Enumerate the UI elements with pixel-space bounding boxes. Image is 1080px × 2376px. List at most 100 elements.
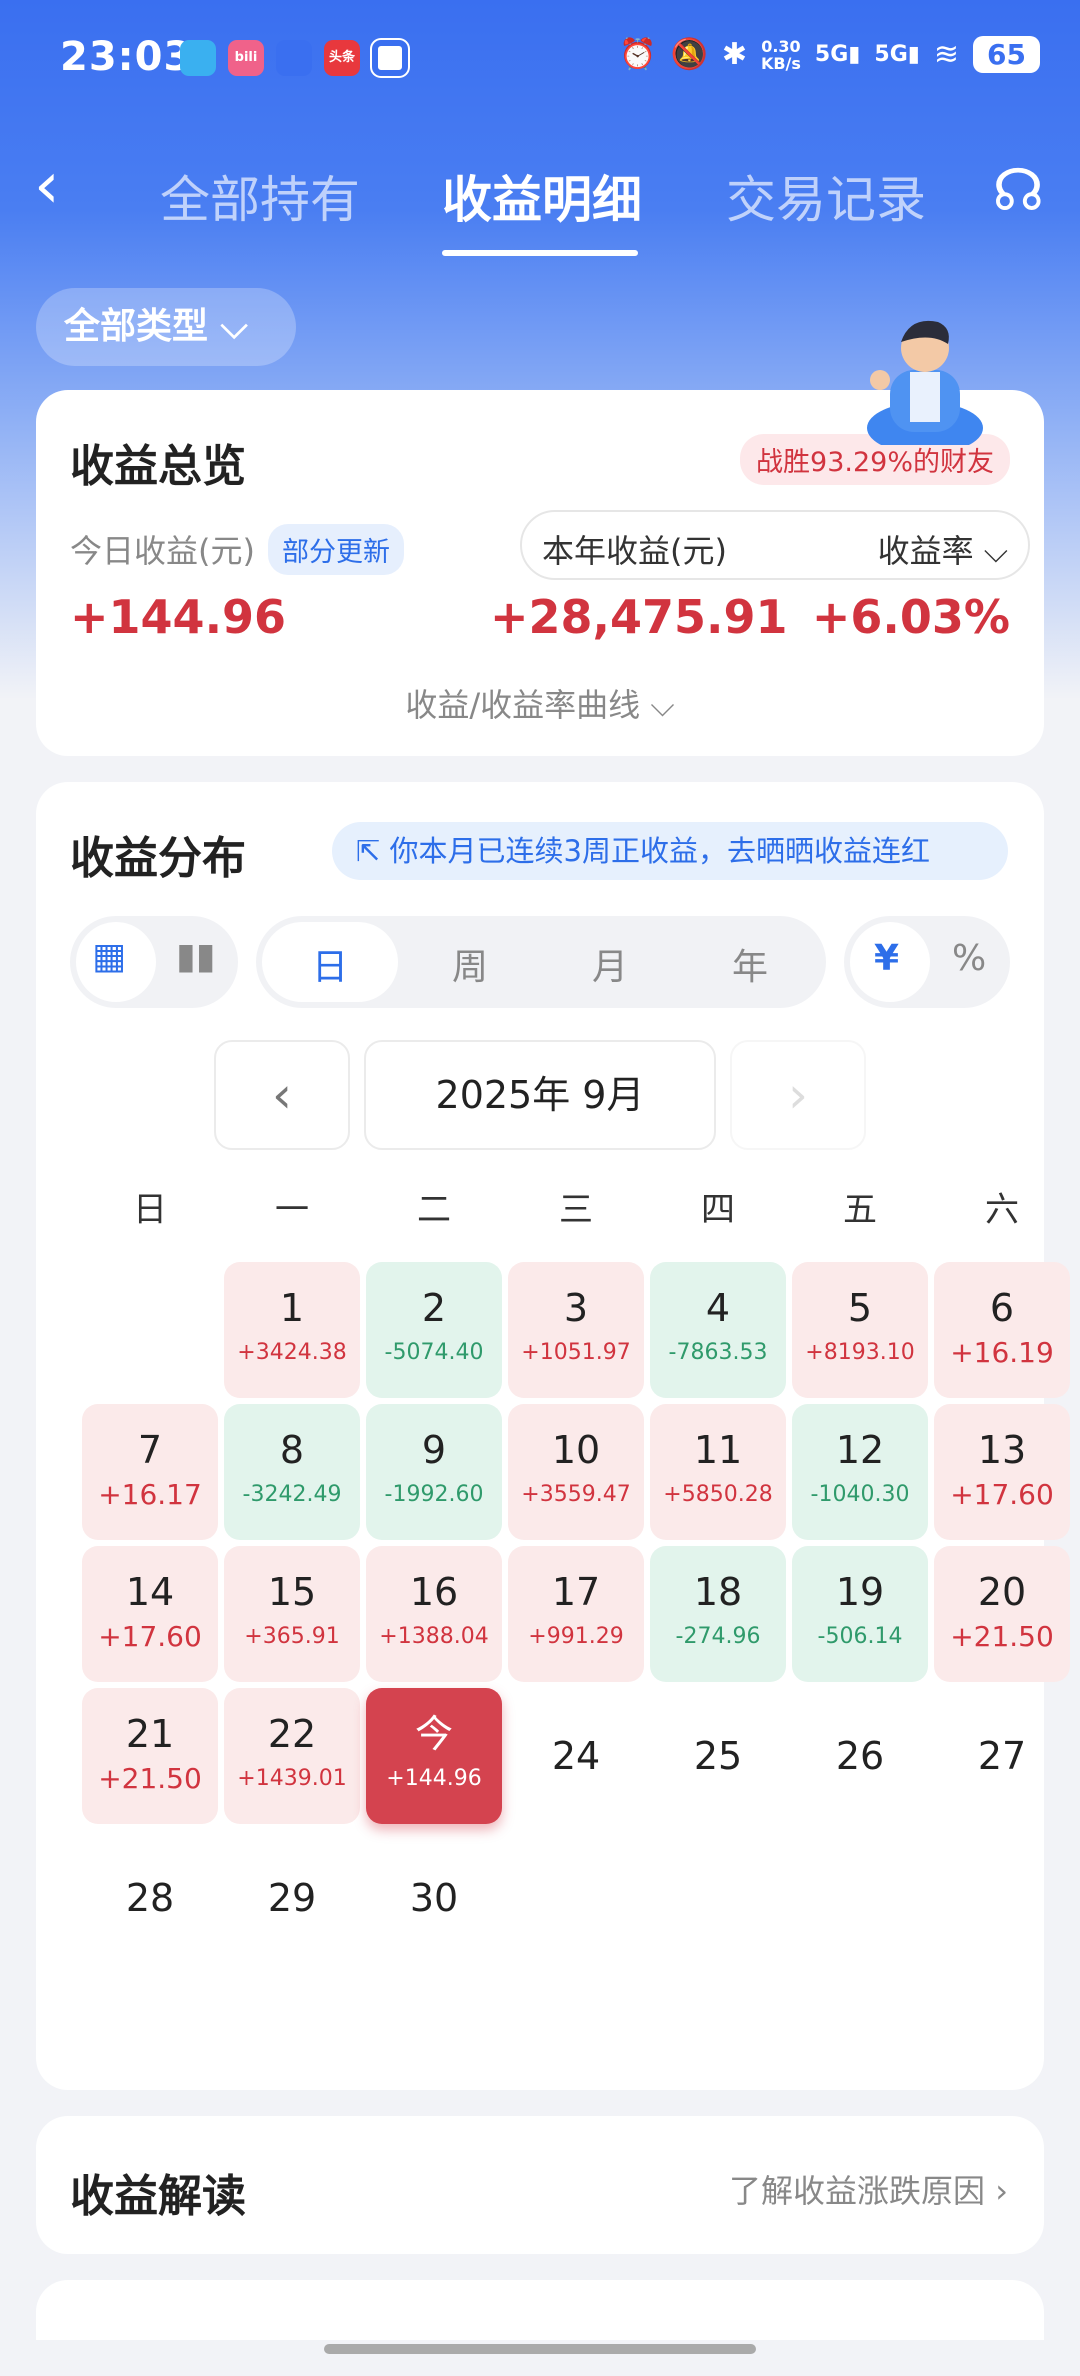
calendar-day[interactable]: 2 -5074.40 xyxy=(366,1262,502,1398)
unit-percent[interactable]: % xyxy=(952,938,986,979)
year-rate-selector[interactable]: 本年收益(元) 收益率 ⌵ xyxy=(520,510,1030,580)
calendar-day[interactable]: 19 -506.14 xyxy=(792,1546,928,1682)
calendar-day[interactable]: 30 xyxy=(366,1830,502,1966)
active-tab-indicator xyxy=(442,250,638,256)
unit-toggle: ¥ % xyxy=(844,916,1010,1008)
period-week[interactable]: 周 xyxy=(452,938,488,990)
calendar-day[interactable]: 27 xyxy=(934,1688,1070,1824)
calendar-day[interactable]: 1 +3424.38 xyxy=(224,1262,360,1398)
day-earnings: -506.14 xyxy=(817,1624,903,1649)
unit-cny[interactable]: ¥ xyxy=(874,938,899,979)
customer-service-icon[interactable]: ☊ xyxy=(992,156,1044,224)
day-number: 18 xyxy=(693,1570,743,1614)
rate-dropdown[interactable]: 收益率 ⌵ xyxy=(878,526,1008,572)
weekday-label: 五 xyxy=(843,1190,877,1230)
calendar-day[interactable]: 4 -7863.53 xyxy=(650,1262,786,1398)
day-earnings: +991.29 xyxy=(528,1624,624,1649)
calendar-day[interactable]: 8 -3242.49 xyxy=(224,1404,360,1540)
weekday-label: 一 xyxy=(275,1190,309,1230)
today-value: +144.96 xyxy=(70,590,287,644)
calendar-day[interactable]: 25 xyxy=(650,1688,786,1824)
calendar-icon: ▦ xyxy=(92,936,127,977)
month-display[interactable]: 2025年 9月 xyxy=(364,1040,716,1150)
calendar-day[interactable]: 29 xyxy=(224,1830,360,1966)
tab-earnings-detail[interactable]: 收益明细 xyxy=(442,160,642,232)
signal-5g-2-icon: 5G▮ xyxy=(874,42,920,67)
app-icon-1 xyxy=(180,40,216,76)
day-number: 7 xyxy=(137,1428,163,1472)
day-earnings: +17.60 xyxy=(98,1620,202,1653)
day-earnings: +8193.10 xyxy=(805,1340,915,1365)
day-number: 30 xyxy=(409,1876,459,1920)
day-number: 29 xyxy=(267,1876,317,1920)
period-day[interactable]: 日 xyxy=(312,938,348,990)
day-number: 12 xyxy=(835,1428,885,1472)
calendar-day[interactable]: 14 +17.60 xyxy=(82,1546,218,1682)
day-number: 17 xyxy=(551,1570,601,1614)
calendar-day[interactable]: 18 -274.96 xyxy=(650,1546,786,1682)
calendar-day[interactable]: 28 xyxy=(82,1830,218,1966)
calendar-day[interactable]: 24 xyxy=(508,1688,644,1824)
day-earnings: +1388.04 xyxy=(379,1624,489,1649)
day-earnings: +21.50 xyxy=(950,1620,1054,1653)
weekday-label: 三 xyxy=(559,1190,593,1230)
day-number: 16 xyxy=(409,1570,459,1614)
day-number: 28 xyxy=(125,1876,175,1920)
day-number: 8 xyxy=(279,1428,305,1472)
calendar-day-today[interactable]: 今 +144.96 xyxy=(366,1688,502,1824)
interpret-link[interactable]: 了解收益涨跌原因 › xyxy=(729,2166,1008,2212)
day-earnings: -7863.53 xyxy=(668,1340,768,1365)
day-number: 25 xyxy=(693,1734,743,1778)
tab-all-holdings[interactable]: 全部持有 xyxy=(160,160,360,232)
calendar-day[interactable]: 10 +3559.47 xyxy=(508,1404,644,1540)
calendar-day[interactable]: 5 +8193.10 xyxy=(792,1262,928,1398)
year-label: 本年收益(元) xyxy=(542,532,727,570)
calendar-day[interactable]: 13 +17.60 xyxy=(934,1404,1070,1540)
day-earnings: -274.96 xyxy=(675,1624,761,1649)
share-streak-link[interactable]: ⇱ 你本月已连续3周正收益，去晒晒收益连红 xyxy=(332,822,1008,880)
period-segment: 日 周 月 年 xyxy=(256,916,826,1008)
clock: 23:03 xyxy=(60,34,193,80)
calendar-day[interactable]: 7 +16.17 xyxy=(82,1404,218,1540)
bar-chart-icon[interactable]: ▮▮ xyxy=(176,936,216,977)
calendar-day[interactable]: 12 -1040.30 xyxy=(792,1404,928,1540)
period-year[interactable]: 年 xyxy=(732,938,768,990)
calendar-day[interactable]: 20 +21.50 xyxy=(934,1546,1070,1682)
tab-transactions[interactable]: 交易记录 xyxy=(726,160,926,232)
toutiao-icon: 头条 xyxy=(324,40,360,76)
day-earnings: +21.50 xyxy=(98,1762,202,1795)
bilibili-icon: bili xyxy=(228,40,264,76)
day-number: 21 xyxy=(125,1712,175,1756)
day-number: 4 xyxy=(705,1286,731,1330)
type-filter-button[interactable]: 全部类型 ⌵ xyxy=(36,288,296,366)
earnings-distribution-card: 收益分布 ⇱ 你本月已连续3周正收益，去晒晒收益连红 ▦ ▮▮ 日 周 月 年 … xyxy=(36,782,1070,2090)
signal-label: 5G xyxy=(814,42,849,67)
calendar-day[interactable]: 16 +1388.04 xyxy=(366,1546,502,1682)
earnings-interpretation-card[interactable]: 收益解读 了解收益涨跌原因 › xyxy=(36,2116,1044,2254)
day-number: 26 xyxy=(835,1734,885,1778)
day-number: 15 xyxy=(267,1570,317,1614)
calendar-day[interactable]: 3 +1051.97 xyxy=(508,1262,644,1398)
weekday-label: 日 xyxy=(133,1190,167,1230)
calendar-day[interactable]: 11 +5850.28 xyxy=(650,1404,786,1540)
day-earnings: -3242.49 xyxy=(242,1482,342,1507)
notification-icons: bili 头条 xyxy=(180,40,408,76)
calendar-day[interactable]: 15 +365.91 xyxy=(224,1546,360,1682)
day-number: 2 xyxy=(421,1286,447,1330)
calendar-day[interactable]: 26 xyxy=(792,1688,928,1824)
back-icon[interactable]: ‹ xyxy=(34,154,60,218)
calendar-day[interactable]: 21 +21.50 xyxy=(82,1688,218,1824)
day-number: 1 xyxy=(279,1286,305,1330)
partial-update-badge: 部分更新 xyxy=(268,524,404,575)
prev-month-button[interactable]: ‹ xyxy=(214,1040,350,1150)
curve-toggle[interactable]: 收益/收益率曲线 ⌵ xyxy=(36,680,1044,726)
home-indicator[interactable] xyxy=(324,2344,756,2354)
calendar-day[interactable]: 6 +16.19 xyxy=(934,1262,1070,1398)
period-month[interactable]: 月 xyxy=(592,938,628,990)
calendar-day[interactable]: 9 -1992.60 xyxy=(366,1404,502,1540)
day-number: 24 xyxy=(551,1734,601,1778)
calendar-day[interactable]: 17 +991.29 xyxy=(508,1546,644,1682)
bluetooth-icon: ✱ xyxy=(721,37,747,72)
next-month-button[interactable]: › xyxy=(730,1040,866,1150)
calendar-day[interactable]: 22 +1439.01 xyxy=(224,1688,360,1824)
